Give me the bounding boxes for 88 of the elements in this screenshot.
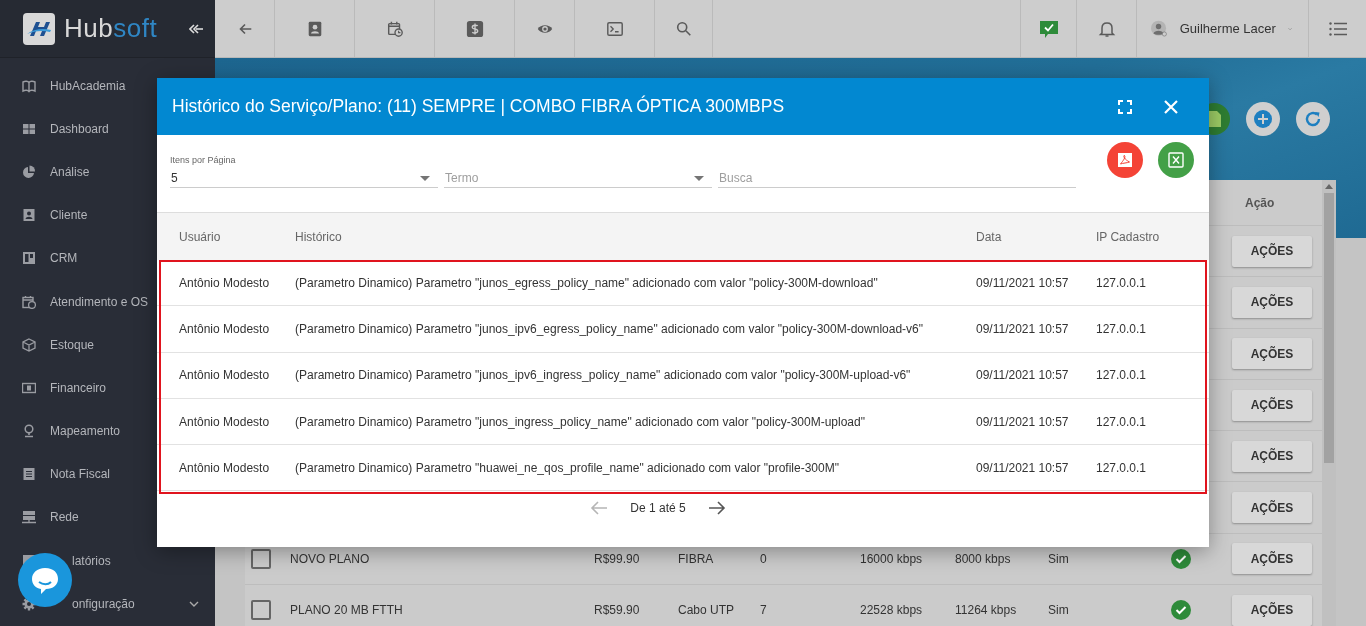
table-cell: 22528 kbps — [860, 603, 923, 618]
table-cell: 16000 kbps — [860, 551, 923, 566]
logo-icon — [22, 11, 56, 46]
sidebar-item[interactable]: Rede — [0, 495, 215, 540]
actions-button[interactable]: AÇÕES — [1232, 338, 1312, 370]
collapse-menu-icon[interactable] — [189, 22, 203, 35]
table-cell-text: Antônio Modesto — [179, 414, 271, 429]
column-header: Usuário — [179, 229, 222, 244]
search-icon[interactable] — [674, 19, 693, 38]
table-cell-text: 09/11/2021 10:57 — [976, 414, 1070, 429]
table-cell-text: (Parametro Dinamico) Parametro "junos_ingress_policy_name" adicionado com valor "policy-300M-upload" — [295, 414, 866, 429]
bell-icon[interactable] — [1097, 19, 1116, 38]
scroll-up-icon — [1325, 184, 1333, 189]
scrollbar[interactable] — [1322, 180, 1336, 626]
table-cell-text: 09/11/2021 10:57 — [976, 275, 1070, 290]
actions-button[interactable]: AÇÕES — [1232, 440, 1312, 472]
table-cell: 0 — [760, 551, 767, 566]
table-cell-text: Antônio Modesto — [179, 368, 271, 383]
page-summary: De 1 até 5 — [630, 501, 686, 516]
table-cell: 7 — [760, 603, 767, 618]
dollar-icon[interactable] — [465, 19, 484, 38]
server-icon — [22, 510, 36, 525]
field-label: Itens por Página — [170, 155, 237, 165]
actions-button[interactable]: AÇÕES — [1232, 594, 1312, 626]
document-icon — [22, 467, 36, 482]
column-header: Histórico — [295, 229, 343, 244]
next-arrow-icon[interactable] — [707, 500, 726, 517]
refresh-icon[interactable] — [1296, 102, 1330, 136]
table-cell: Sim — [1048, 603, 1069, 618]
grid-icon — [22, 121, 36, 136]
select-field[interactable]: Termo — [444, 168, 712, 188]
book-icon — [22, 78, 36, 93]
calendar-clock-icon[interactable] — [385, 19, 404, 38]
table-cell-text: 09/11/2021 10:57 — [976, 368, 1070, 383]
calendar-clock-icon — [22, 294, 36, 309]
location-person-icon — [22, 424, 36, 439]
list-menu-icon[interactable] — [1328, 21, 1347, 36]
table-cell-text: 127.0.0.1 — [1096, 275, 1148, 290]
board-icon — [22, 251, 36, 266]
terminal-icon[interactable] — [605, 19, 624, 38]
pdf-icon[interactable] — [1107, 142, 1143, 178]
close-icon[interactable] — [1164, 99, 1178, 114]
table-cell: 8000 kbps — [955, 551, 1011, 566]
actions-button[interactable]: AÇÕES — [1232, 235, 1312, 267]
table-cell-text: (Parametro Dinamico) Parametro "junos_ipv6_egress_policy_name" adicionado com valor "policy-300M-download-v6" — [295, 321, 924, 336]
contact-card-icon — [22, 208, 36, 223]
table-cell: Cabo UTP — [678, 603, 735, 618]
cube-icon — [22, 337, 36, 352]
table-cell-text: Antônio Modesto — [179, 460, 271, 475]
search-field[interactable]: Busca — [718, 168, 1076, 188]
table-cell-text: 09/11/2021 10:57 — [976, 460, 1070, 475]
table-cell: FIBRA — [678, 551, 714, 566]
column-header: Ação — [1244, 194, 1276, 212]
actions-button[interactable]: AÇÕES — [1232, 543, 1312, 575]
table-cell: 11264 kbps — [955, 603, 1017, 618]
actions-button[interactable]: AÇÕES — [1232, 389, 1312, 421]
table-cell-text: 127.0.0.1 — [1096, 460, 1148, 475]
table-cell-text: Antônio Modesto — [179, 321, 271, 336]
table-cell: R$99.90 — [594, 551, 640, 566]
table-cell-text: 127.0.0.1 — [1096, 321, 1148, 336]
table-cell-text: (Parametro Dinamico) Parametro "huawei_ne_qos_profile_name" adicionado com valor "profile-300M" — [295, 460, 840, 475]
fullscreen-icon[interactable] — [1118, 99, 1132, 114]
table-cell-text: 09/11/2021 10:57 — [976, 321, 1070, 336]
dialog-title: Histórico do Serviço/Plano: (11) SEMPRE | COMBO FIBRA ÓPTICA 300MBPS — [172, 96, 786, 117]
spreadsheet-icon[interactable] — [1158, 142, 1194, 178]
checkbox[interactable] — [251, 600, 271, 621]
column-header: Data — [976, 229, 1003, 244]
chat-check-icon[interactable] — [1038, 18, 1059, 39]
actions-button[interactable]: AÇÕES — [1232, 492, 1312, 524]
actions-button[interactable]: AÇÕES — [1232, 286, 1312, 318]
column-header: IP Cadastro — [1096, 229, 1161, 244]
table-cell-text: 127.0.0.1 — [1096, 414, 1148, 429]
table-cell-text: (Parametro Dinamico) Parametro "junos_ipv6_ingress_policy_name" adicionado com valor "policy-300M-upload-v6" — [295, 368, 912, 383]
user-name[interactable]: Guilherme Lacer — [1179, 21, 1276, 36]
table-cell: NOVO PLANO — [290, 551, 370, 566]
table-cell-text: Antônio Modesto — [179, 275, 271, 290]
table-cell-text: (Parametro Dinamico) Parametro "junos_egress_policy_name" adicionado com valor "policy-300M-download" — [295, 275, 879, 290]
table-cell-text: 127.0.0.1 — [1096, 368, 1148, 383]
scroll-thumb[interactable] — [1324, 193, 1334, 463]
add-icon[interactable] — [1246, 102, 1280, 136]
table-cell: Sim — [1048, 551, 1069, 566]
table-cell: R$59.90 — [594, 603, 640, 618]
table-cell: PLANO 20 MB FTTH — [290, 603, 403, 618]
brand-name: Hubsoft — [64, 13, 158, 44]
pie-chart-icon — [22, 164, 36, 179]
money-icon — [22, 380, 36, 395]
select-field[interactable]: 5 — [170, 168, 438, 188]
chat-bubble-icon[interactable] — [18, 553, 72, 607]
